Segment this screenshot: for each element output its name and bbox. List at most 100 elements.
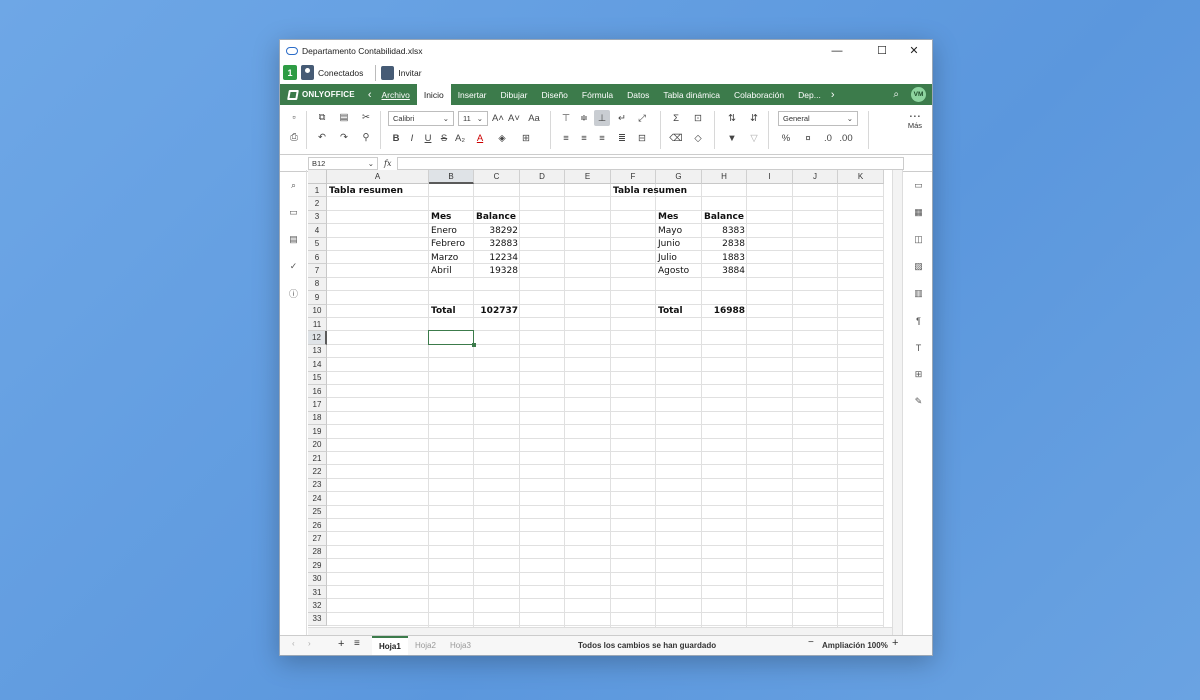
tab-datos[interactable]: Datos (620, 84, 656, 105)
row-header-21[interactable]: 21 (308, 452, 327, 466)
connected-label[interactable]: Conectados (318, 68, 363, 78)
italic-icon[interactable]: I (404, 130, 420, 146)
row-header-3[interactable]: 3 (308, 210, 327, 225)
function-icon[interactable]: fx (384, 159, 391, 168)
decrease-decimal-icon[interactable]: .0 (820, 130, 836, 146)
column-header-h[interactable]: H (702, 170, 747, 184)
column-header-g[interactable]: G (656, 170, 702, 184)
row-header-28[interactable]: 28 (308, 545, 327, 560)
fill-icon[interactable]: ⊡ (690, 110, 706, 126)
column-header-j[interactable]: J (793, 170, 838, 184)
row-header-6[interactable]: 6 (308, 251, 327, 265)
sort-ascending-icon[interactable]: ⇅ (724, 110, 740, 126)
close-button[interactable]: ✕ (899, 40, 929, 61)
chevron-left-icon[interactable]: ‹ (292, 639, 295, 648)
sort-descending-icon[interactable]: ⇵ (746, 110, 762, 126)
bold-icon[interactable]: B (388, 130, 404, 146)
number-format-select[interactable]: General ⌄ (778, 111, 858, 126)
cell-h10[interactable]: 16988 (702, 305, 747, 318)
shape-settings-icon[interactable]: ◫ (912, 234, 925, 245)
vertical-scrollbar[interactable] (892, 170, 902, 637)
search-icon[interactable]: ⌕ (287, 180, 300, 191)
row-header-30[interactable]: 30 (308, 572, 327, 586)
chevron-right-icon[interactable]: › (828, 84, 838, 105)
orientation-icon[interactable]: ⤢ (634, 110, 650, 126)
cell-g5[interactable]: Junio (656, 238, 702, 251)
print-icon[interactable]: ⎙ (286, 129, 302, 145)
tab-archivo[interactable]: Archivo (375, 84, 417, 105)
eraser-icon[interactable]: ◇ (690, 130, 706, 146)
row-header-32[interactable]: 32 (308, 599, 327, 613)
cell-f1[interactable]: Tabla resumen (611, 184, 687, 197)
justify-icon[interactable]: ≣ (614, 130, 630, 146)
tab-inicio[interactable]: Inicio (416, 84, 451, 105)
zoom-out-icon[interactable]: − (808, 637, 814, 648)
column-header-k[interactable]: K (838, 170, 884, 184)
increase-decimal-icon[interactable]: .00 (838, 130, 854, 146)
cell-g6[interactable]: Julio (656, 251, 702, 264)
save-icon[interactable]: ▫ (286, 109, 302, 125)
row-header-27[interactable]: 27 (308, 532, 327, 546)
currency-icon[interactable]: ¤ (800, 130, 816, 146)
align-top-icon[interactable]: ⊤ (558, 110, 574, 126)
pivot-table-icon[interactable]: ⊞ (912, 369, 925, 380)
signature-icon[interactable]: ✎ (912, 396, 925, 407)
cell-g3[interactable]: Mes (656, 211, 702, 224)
cell-c3[interactable]: Balance (474, 211, 520, 224)
strikethrough-icon[interactable]: S (436, 130, 452, 146)
chevron-left-icon[interactable]: ‹ (365, 84, 375, 105)
decrease-font-icon[interactable]: A˅ (506, 110, 522, 126)
cut-icon[interactable]: ✂ (358, 109, 374, 125)
cell-b6[interactable]: Marzo (429, 251, 474, 264)
cell-g7[interactable]: Agosto (656, 264, 702, 277)
merge-cells-icon[interactable]: ⊟ (634, 130, 650, 146)
search-icon[interactable]: ⌕ (893, 89, 899, 100)
sheet-tab-hoja2[interactable]: Hoja2 (408, 636, 443, 655)
row-header-1[interactable]: 1 (308, 184, 327, 198)
invite-button[interactable]: Invitar (398, 68, 421, 78)
row-header-2[interactable]: 2 (308, 197, 327, 211)
cell-h3[interactable]: Balance (702, 211, 747, 224)
tab-f-rmula[interactable]: Fórmula (575, 84, 620, 105)
sheet-tab-hoja1[interactable]: Hoja1 (372, 636, 408, 655)
wrap-text-icon[interactable]: ↵ (614, 110, 630, 126)
underline-icon[interactable]: U (420, 130, 436, 146)
percent-icon[interactable]: % (778, 130, 794, 146)
row-header-14[interactable]: 14 (308, 358, 327, 372)
zoom-in-icon[interactable]: + (892, 637, 898, 649)
row-header-20[interactable]: 20 (308, 438, 327, 452)
row-header-16[interactable]: 16 (308, 385, 327, 399)
cell-b7[interactable]: Abril (429, 264, 474, 277)
maximize-button[interactable]: ☐ (867, 40, 897, 61)
row-header-33[interactable]: 33 (308, 612, 327, 627)
spellcheck-icon[interactable]: ✓ (287, 261, 300, 272)
filter-icon[interactable]: ▼ (724, 130, 740, 146)
row-header-31[interactable]: 31 (308, 586, 327, 600)
add-sheet-icon[interactable]: + (338, 638, 344, 650)
subscript-icon[interactable]: A₂ (452, 130, 468, 146)
cell-g10[interactable]: Total (656, 305, 702, 318)
tab-dep-[interactable]: Dep... (791, 84, 828, 105)
row-header-4[interactable]: 4 (308, 224, 327, 238)
cell-settings-icon[interactable]: ▭ (912, 180, 925, 191)
text-art-icon[interactable]: T (912, 342, 925, 353)
align-right-icon[interactable]: ≡ (594, 130, 610, 146)
cell-c10[interactable]: 102737 (474, 305, 520, 318)
sheet-list-icon[interactable]: ≡ (354, 638, 360, 649)
info-icon[interactable]: ⓘ (287, 288, 300, 299)
cell-c6[interactable]: 12234 (474, 251, 520, 264)
cell-g4[interactable]: Mayo (656, 224, 702, 237)
sum-icon[interactable]: Σ (668, 110, 684, 126)
column-header-i[interactable]: I (747, 170, 793, 184)
clear-filter-icon[interactable]: ▽ (746, 130, 762, 146)
cell-h7[interactable]: 3884 (702, 264, 747, 277)
row-header-11[interactable]: 11 (308, 318, 327, 332)
redo-icon[interactable]: ↷ (336, 129, 352, 145)
chat-icon[interactable]: ▤ (287, 234, 300, 245)
minimize-button[interactable]: — (822, 40, 852, 61)
row-header-24[interactable]: 24 (308, 492, 327, 506)
column-header-d[interactable]: D (520, 170, 565, 184)
tab-dise-o[interactable]: Diseño (534, 84, 574, 105)
row-header-8[interactable]: 8 (308, 277, 327, 292)
row-header-15[interactable]: 15 (308, 371, 327, 385)
